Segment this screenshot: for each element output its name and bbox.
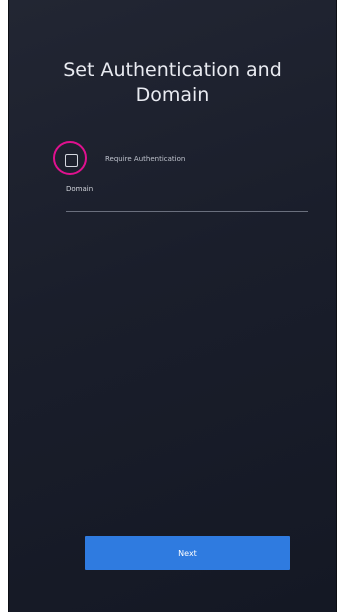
next-button[interactable]: Next [85,536,290,570]
require-authentication-row [65,152,78,168]
page-frame: Set Authentication and Domain Require Au… [0,0,341,612]
domain-label: Domain [66,185,94,193]
setup-screen: Set Authentication and Domain Require Au… [8,0,337,612]
require-authentication-label[interactable]: Require Authentication [105,154,185,164]
require-authentication-checkbox[interactable] [65,153,78,167]
page-title: Set Authentication and Domain [9,58,336,108]
domain-input[interactable] [66,196,308,212]
page-title-line-1: Set Authentication and [63,59,282,81]
page-title-line-2: Domain [135,84,210,106]
